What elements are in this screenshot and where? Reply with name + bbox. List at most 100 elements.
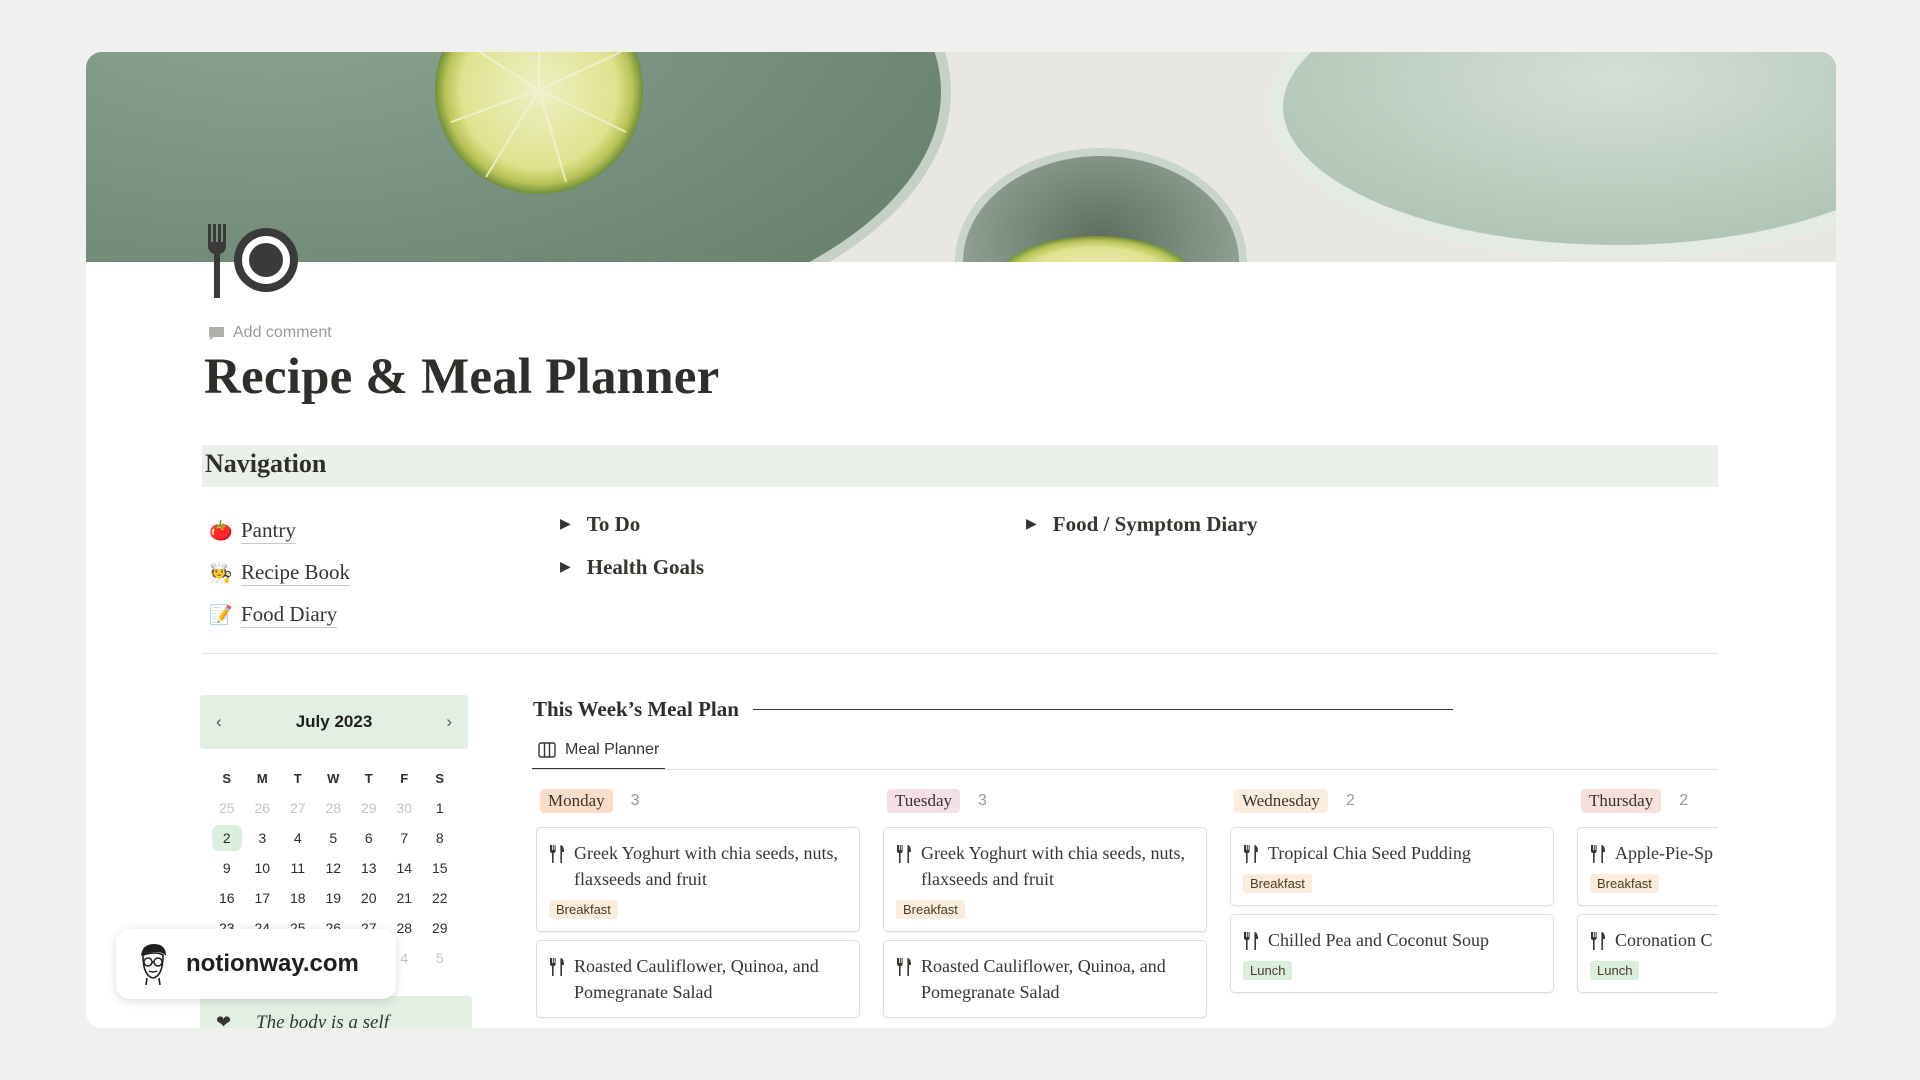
meal-card[interactable]: Roasted Cauliflower, Quinoa, and Pomegra… <box>883 940 1207 1018</box>
calendar-day[interactable]: 2 <box>209 823 245 853</box>
calendar-day[interactable]: 5 <box>316 823 352 853</box>
nav-link-label: Food Diary <box>241 602 338 628</box>
calendar-day[interactable]: 16 <box>209 883 245 913</box>
notionway-badge[interactable]: notionway.com <box>116 929 396 999</box>
weekday-label: S <box>435 770 445 786</box>
calendar-day[interactable]: 20 <box>351 883 387 913</box>
calendar-day[interactable]: 9 <box>209 853 245 883</box>
calendar-day[interactable]: 29 <box>351 793 387 823</box>
weekday-label: T <box>293 770 302 786</box>
day-pill[interactable]: Wednesday <box>1234 789 1328 813</box>
meal-card[interactable]: Tropical Chia Seed Pudding Breakfast <box>1230 827 1554 906</box>
chevron-right-icon[interactable]: › <box>446 712 452 732</box>
calendar-day[interactable]: 10 <box>245 853 281 883</box>
nav-link-pantry[interactable]: 🍅 Pantry <box>208 510 350 552</box>
calendar-day-number: 18 <box>289 890 306 906</box>
cover-image[interactable] <box>86 52 1836 262</box>
triangle-right-icon[interactable]: ▶ <box>560 516 571 533</box>
calendar-day-number: 10 <box>254 860 271 876</box>
calendar-day[interactable]: 13 <box>351 853 387 883</box>
day-pill[interactable]: Monday <box>540 789 613 813</box>
page-card: Add comment Recipe & Meal Planner Naviga… <box>86 52 1836 1028</box>
day-count: 2 <box>1679 792 1689 809</box>
board-column-tuesday: Tuesday 3 Greek Yoghurt with chia seeds,… <box>883 785 1207 1026</box>
navigation-heading[interactable]: Navigation <box>202 445 1718 487</box>
meal-name: Greek Yoghurt with chia seeds, nuts, fla… <box>574 843 838 889</box>
toggle-health-goals[interactable]: ▶ Health Goals <box>560 555 704 580</box>
calendar-day[interactable]: 21 <box>387 883 423 913</box>
chevron-left-icon[interactable]: ‹ <box>216 712 222 732</box>
day-count: 2 <box>1345 792 1355 809</box>
calendar-day[interactable]: 26 <box>245 793 281 823</box>
nav-link-label: Recipe Book <box>241 560 351 586</box>
tab-meal-planner[interactable]: Meal Planner <box>532 732 666 770</box>
meal-card[interactable]: Roasted Cauliflower, Quinoa, and Pomegra… <box>536 940 860 1018</box>
avatar-illustration-icon <box>141 944 166 986</box>
calendar-day[interactable]: 17 <box>245 883 281 913</box>
memo-icon: 📝 <box>209 605 233 626</box>
fork-and-plate-icon[interactable] <box>204 222 308 306</box>
calendar-day-number: 11 <box>290 860 306 876</box>
day-count: 3 <box>630 792 640 809</box>
meal-name: Coronation C <box>1615 930 1713 950</box>
calendar-day-number: 15 <box>431 860 448 876</box>
calendar-day[interactable]: 12 <box>316 853 352 883</box>
calendar-day[interactable]: 8 <box>422 823 458 853</box>
calendar-day-number: 26 <box>254 800 271 816</box>
calendar-day-number: 17 <box>254 890 271 906</box>
meal-card[interactable]: Greek Yoghurt with chia seeds, nuts, fla… <box>883 827 1207 932</box>
calendar-day[interactable]: 1 <box>422 793 458 823</box>
calendar-day[interactable]: 5 <box>422 943 458 973</box>
calendar-day[interactable]: 25 <box>209 793 245 823</box>
day-pill[interactable]: Tuesday <box>887 789 960 813</box>
add-comment-button[interactable]: Add comment <box>208 324 332 342</box>
heading-rule <box>752 709 1453 710</box>
triangle-right-icon[interactable]: ▶ <box>1026 516 1037 533</box>
weekday-label: S <box>222 770 232 786</box>
calendar-day[interactable]: 22 <box>422 883 458 913</box>
meal-card[interactable]: Apple-Pie-Sp Breakfast <box>1577 827 1718 906</box>
calendar-day[interactable]: 14 <box>387 853 423 883</box>
calendar-day[interactable]: 7 <box>387 823 423 853</box>
meal-tag: Lunch <box>1590 961 1640 980</box>
weekday-label: M <box>256 770 268 786</box>
calendar-day[interactable]: 11 <box>280 853 316 883</box>
fork-knife-icon <box>897 958 911 976</box>
calendar-day-number: 21 <box>396 890 413 906</box>
calendar-day[interactable]: 18 <box>280 883 316 913</box>
meal-plan-title[interactable]: This Week’s Meal Plan <box>533 697 739 722</box>
fork-knife-icon <box>550 845 564 863</box>
meal-card[interactable]: Coronation C Lunch <box>1577 914 1718 993</box>
calendar-day[interactable]: 4 <box>280 823 316 853</box>
board-column-thursday: Thursday 2 Apple-Pie-Sp Breakfast Corona… <box>1577 785 1718 1001</box>
view-divider <box>532 769 1718 770</box>
triangle-right-icon[interactable]: ▶ <box>560 559 571 576</box>
calendar-day[interactable]: 15 <box>422 853 458 883</box>
board-column-wednesday: Wednesday 2 Tropical Chia Seed Pudding B… <box>1230 785 1554 1001</box>
day-count: 3 <box>978 792 987 809</box>
calendar-day-number: 30 <box>396 800 413 816</box>
calendar-day[interactable]: 29 <box>422 913 458 943</box>
toggle-to-do[interactable]: ▶ To Do <box>560 512 640 537</box>
calendar-day[interactable]: 30 <box>387 793 423 823</box>
calendar-day-number: 9 <box>222 860 231 876</box>
calendar-day-number: 28 <box>325 800 342 816</box>
fork-knife-icon <box>1591 932 1605 950</box>
calendar-day[interactable]: 27 <box>280 793 316 823</box>
day-pill[interactable]: Thursday <box>1581 789 1662 813</box>
meal-card[interactable]: Chilled Pea and Coconut Soup Lunch <box>1230 914 1554 993</box>
calendar-day-number: 1 <box>435 800 444 816</box>
calendar-day[interactable]: 6 <box>351 823 387 853</box>
calendar-day[interactable]: 19 <box>316 883 352 913</box>
nav-link-label: Pantry <box>241 518 296 544</box>
quote-text: The body is a self <box>256 1012 389 1028</box>
meal-card[interactable]: Greek Yoghurt with chia seeds, nuts, fla… <box>536 827 860 932</box>
nav-link-food-diary[interactable]: 📝 Food Diary <box>208 594 350 636</box>
heart-icon: ❤ <box>216 1012 232 1028</box>
calendar-day[interactable]: 28 <box>316 793 352 823</box>
page-title[interactable]: Recipe & Meal Planner <box>204 348 719 406</box>
calendar-month: July 2023 <box>295 712 373 731</box>
calendar-day[interactable]: 3 <box>245 823 281 853</box>
toggle-food-symptom-diary[interactable]: ▶ Food / Symptom Diary <box>1026 512 1258 537</box>
nav-link-recipe-book[interactable]: 🧑‍🍳 Recipe Book <box>208 552 351 594</box>
